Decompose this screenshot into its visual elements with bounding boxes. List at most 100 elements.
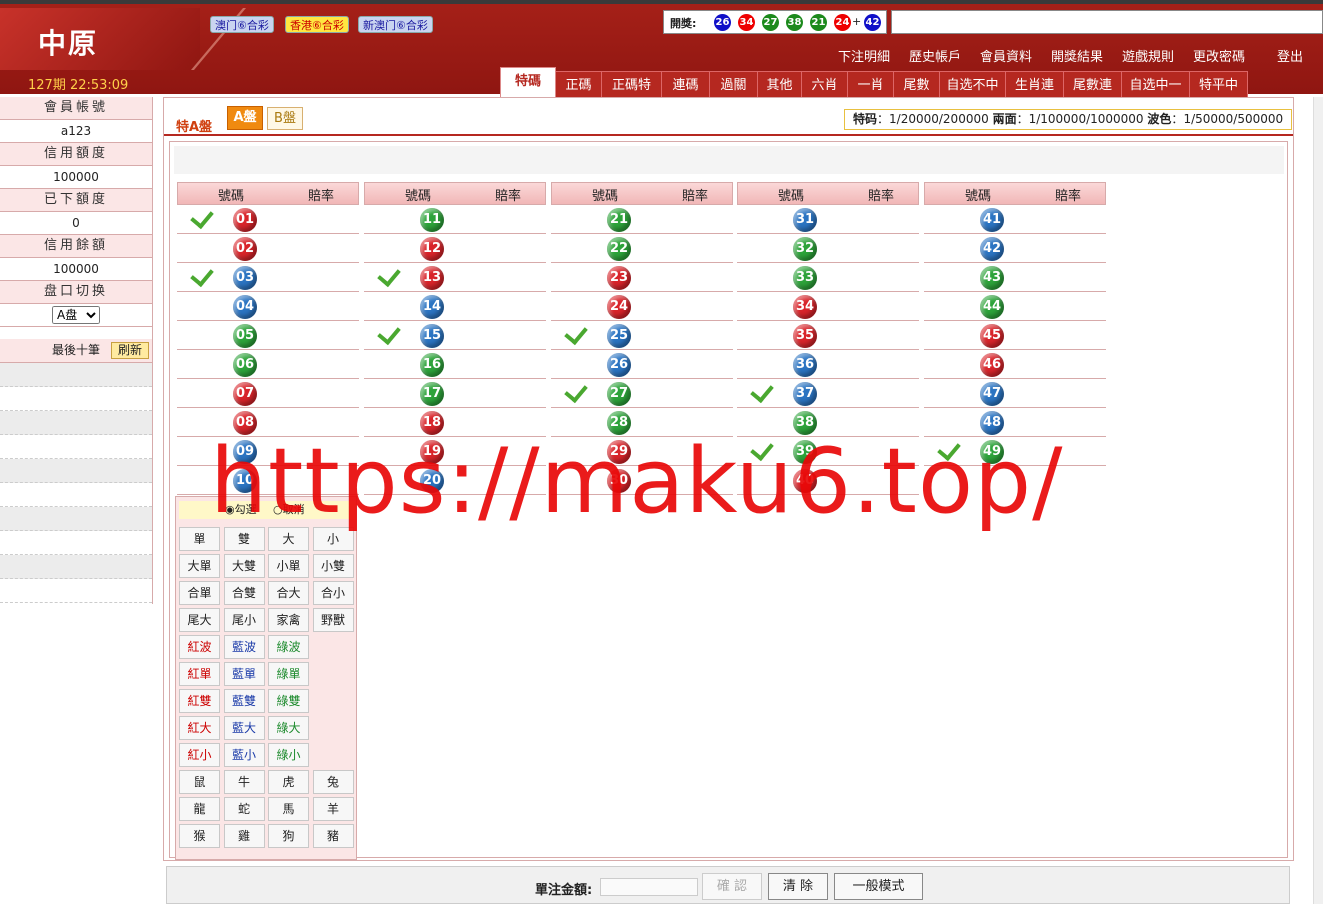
number-ball[interactable]: 32 <box>793 237 817 261</box>
number-ball[interactable]: 15 <box>420 324 444 348</box>
number-row[interactable]: 23 <box>551 263 733 292</box>
number-ball[interactable]: 03 <box>233 266 257 290</box>
confirm-button[interactable]: 確 認 <box>702 873 762 900</box>
number-ball[interactable]: 25 <box>607 324 631 348</box>
tab-item[interactable]: 連碼 <box>662 71 710 98</box>
number-ball[interactable]: 06 <box>233 353 257 377</box>
number-ball[interactable]: 35 <box>793 324 817 348</box>
number-row[interactable]: 07 <box>177 379 359 408</box>
quick-pick-button[interactable]: 蛇 <box>223 797 265 821</box>
number-ball[interactable]: 12 <box>420 237 444 261</box>
topnav-item[interactable]: 遊戲規則 <box>1122 46 1174 65</box>
number-ball[interactable]: 13 <box>420 266 444 290</box>
lottery-tag-hongkong[interactable]: 香港⑥合彩 <box>285 16 349 33</box>
lottery-tag-new-macau[interactable]: 新澳门⑥合彩 <box>358 16 433 33</box>
quick-pick-button[interactable]: 羊 <box>312 797 354 821</box>
number-row[interactable]: 25 <box>551 320 733 350</box>
quick-pick-button[interactable]: 馬 <box>268 797 309 821</box>
number-row[interactable]: 46 <box>924 350 1106 379</box>
quick-pick-button[interactable]: 家禽 <box>268 608 309 632</box>
plate-b-button[interactable]: B盤 <box>267 107 303 130</box>
topnav-item[interactable]: 歷史帳戶 <box>909 46 961 65</box>
quick-pick-button[interactable]: 綠小 <box>268 743 309 767</box>
topnav-item[interactable]: 更改密碼 <box>1193 46 1245 65</box>
quick-pick-button[interactable]: 紅波 <box>179 635 220 659</box>
scrollbar[interactable] <box>1313 97 1323 904</box>
quick-pick-button[interactable]: 綠波 <box>268 635 309 659</box>
number-row[interactable]: 26 <box>551 350 733 379</box>
number-ball[interactable]: 43 <box>980 266 1004 290</box>
number-ball[interactable]: 37 <box>793 382 817 406</box>
number-ball[interactable]: 21 <box>607 208 631 232</box>
tab-item[interactable]: 尾數連 <box>1064 71 1122 98</box>
number-row[interactable]: 41 <box>924 205 1106 234</box>
topnav-item[interactable]: 開獎結果 <box>1051 46 1103 65</box>
clear-button[interactable]: 清 除 <box>768 873 828 900</box>
tab-item[interactable]: 其他 <box>758 71 802 98</box>
quick-pick-button[interactable]: 尾大 <box>179 608 220 632</box>
number-row[interactable]: 12 <box>364 234 546 263</box>
quick-pick-button[interactable]: 小單 <box>268 554 309 578</box>
number-row[interactable]: 05 <box>177 321 359 350</box>
tab-item[interactable]: 正碼特 <box>602 71 662 98</box>
quick-pick-button[interactable]: 尾小 <box>223 608 265 632</box>
number-ball[interactable]: 01 <box>233 208 257 232</box>
quick-pick-button[interactable]: 猴 <box>179 824 220 848</box>
quick-pick-button[interactable]: 合雙 <box>223 581 265 605</box>
quick-pick-button[interactable]: 綠單 <box>268 662 309 686</box>
quick-pick-button[interactable]: 藍小 <box>223 743 265 767</box>
tab-item[interactable]: 特平中 <box>1190 71 1248 98</box>
quick-pick-button[interactable]: 藍波 <box>223 635 265 659</box>
number-ball[interactable]: 41 <box>980 208 1004 232</box>
number-row[interactable]: 13 <box>364 262 546 292</box>
number-row[interactable]: 37 <box>737 378 919 408</box>
number-ball[interactable]: 33 <box>793 266 817 290</box>
number-ball[interactable]: 22 <box>607 237 631 261</box>
plate-a-button[interactable]: A盤 <box>227 106 263 130</box>
number-ball[interactable]: 24 <box>607 295 631 319</box>
quick-pick-button[interactable]: 牛 <box>223 770 265 794</box>
plate-select[interactable]: A盘 <box>52 306 100 324</box>
number-row[interactable]: 42 <box>924 234 1106 263</box>
amount-input[interactable] <box>600 878 698 896</box>
number-row[interactable]: 33 <box>737 263 919 292</box>
quick-pick-button[interactable]: 合小 <box>312 581 354 605</box>
tab-item[interactable]: 一肖 <box>848 71 894 98</box>
number-ball[interactable]: 23 <box>607 266 631 290</box>
quick-pick-button[interactable]: 龍 <box>179 797 220 821</box>
number-row[interactable]: 31 <box>737 205 919 234</box>
quick-pick-button[interactable]: 藍單 <box>223 662 265 686</box>
mode-button[interactable]: 一般模式 <box>834 873 923 900</box>
quick-pick-button[interactable]: 虎 <box>268 770 309 794</box>
quick-pick-button[interactable]: 合單 <box>179 581 220 605</box>
tab-item[interactable]: 自选中一 <box>1122 71 1190 98</box>
tab-item[interactable]: 生肖連 <box>1006 71 1064 98</box>
number-ball[interactable]: 31 <box>793 208 817 232</box>
number-ball[interactable]: 07 <box>233 382 257 406</box>
number-row[interactable]: 34 <box>737 292 919 321</box>
number-row[interactable]: 15 <box>364 320 546 350</box>
quick-pick-button[interactable]: 紅雙 <box>179 689 220 713</box>
number-row[interactable]: 24 <box>551 292 733 321</box>
number-ball[interactable]: 26 <box>607 353 631 377</box>
tab-item[interactable]: 尾數 <box>894 71 940 98</box>
topnav-item[interactable]: 下注明細 <box>838 46 890 65</box>
tab-item[interactable]: 特碼 <box>500 67 556 98</box>
number-ball[interactable]: 36 <box>793 353 817 377</box>
number-row[interactable]: 02 <box>177 234 359 263</box>
quick-pick-button[interactable]: 大單 <box>179 554 220 578</box>
number-ball[interactable]: 42 <box>980 237 1004 261</box>
number-ball[interactable]: 04 <box>233 295 257 319</box>
quick-pick-button[interactable]: 藍大 <box>223 716 265 740</box>
tab-item[interactable]: 自选不中 <box>940 71 1006 98</box>
number-row[interactable]: 45 <box>924 321 1106 350</box>
number-row[interactable]: 06 <box>177 350 359 379</box>
number-ball[interactable]: 46 <box>980 353 1004 377</box>
number-ball[interactable]: 34 <box>793 295 817 319</box>
number-row[interactable]: 03 <box>177 262 359 292</box>
topnav-item[interactable]: 登出 <box>1277 46 1303 65</box>
quick-pick-button[interactable]: 大雙 <box>223 554 265 578</box>
number-ball[interactable]: 05 <box>233 324 257 348</box>
tab-item[interactable]: 過關 <box>710 71 758 98</box>
number-ball[interactable]: 45 <box>980 324 1004 348</box>
